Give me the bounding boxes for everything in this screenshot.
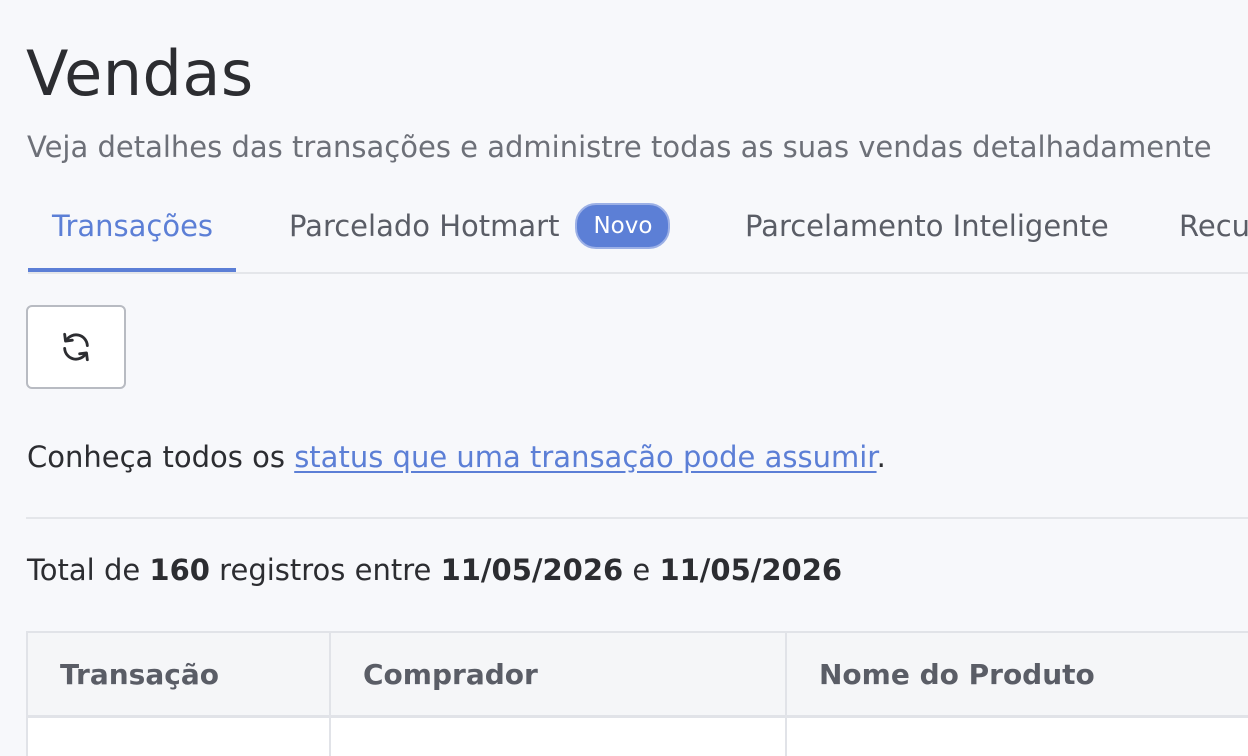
tab-bar: Transações Parcelado Hotmart Novo Parcel…: [28, 182, 1248, 274]
tab-label: Recu: [1179, 209, 1248, 243]
tab-transacoes[interactable]: Transações: [28, 182, 236, 272]
refresh-icon: [63, 332, 89, 362]
page-title: Vendas: [26, 37, 254, 110]
records-summary: Total de 160 registros entre 11/05/2026 …: [27, 553, 842, 588]
transactions-table: Transação Comprador Nome do Produto: [26, 631, 1248, 756]
records-count: 160: [149, 553, 210, 587]
status-link[interactable]: status que uma transação pode assumir: [294, 440, 876, 474]
tab-parcelado-hotmart[interactable]: Parcelado Hotmart Novo: [289, 182, 671, 270]
tab-recu[interactable]: Recu: [1179, 182, 1248, 270]
tab-label: Parcelado Hotmart: [289, 209, 560, 243]
summary-connector: e: [623, 553, 660, 587]
summary-prefix: Total de: [27, 553, 150, 587]
info-suffix: .: [876, 440, 886, 474]
tab-label: Parcelamento Inteligente: [745, 209, 1109, 243]
table-cell: [331, 718, 787, 756]
summary-middle: registros entre: [209, 553, 441, 587]
column-header-comprador[interactable]: Comprador: [331, 633, 787, 715]
divider: [26, 517, 1248, 519]
column-header-transacao[interactable]: Transação: [28, 633, 331, 715]
start-date: 11/05/2026: [440, 553, 624, 587]
table-cell: [787, 718, 1248, 756]
info-prefix: Conheça todos os: [27, 440, 295, 474]
tab-label: Transações: [52, 209, 214, 243]
new-badge: Novo: [575, 203, 671, 249]
end-date: 11/05/2026: [659, 553, 843, 587]
page-subtitle: Veja detalhes das transações e administr…: [27, 130, 1212, 164]
status-info-text: Conheça todos os status que uma transaçã…: [27, 440, 886, 475]
table-cell: [28, 718, 331, 756]
tab-parcelamento-inteligente[interactable]: Parcelamento Inteligente: [745, 182, 1109, 270]
column-header-nome-produto[interactable]: Nome do Produto: [787, 633, 1248, 715]
refresh-button[interactable]: [26, 305, 126, 389]
